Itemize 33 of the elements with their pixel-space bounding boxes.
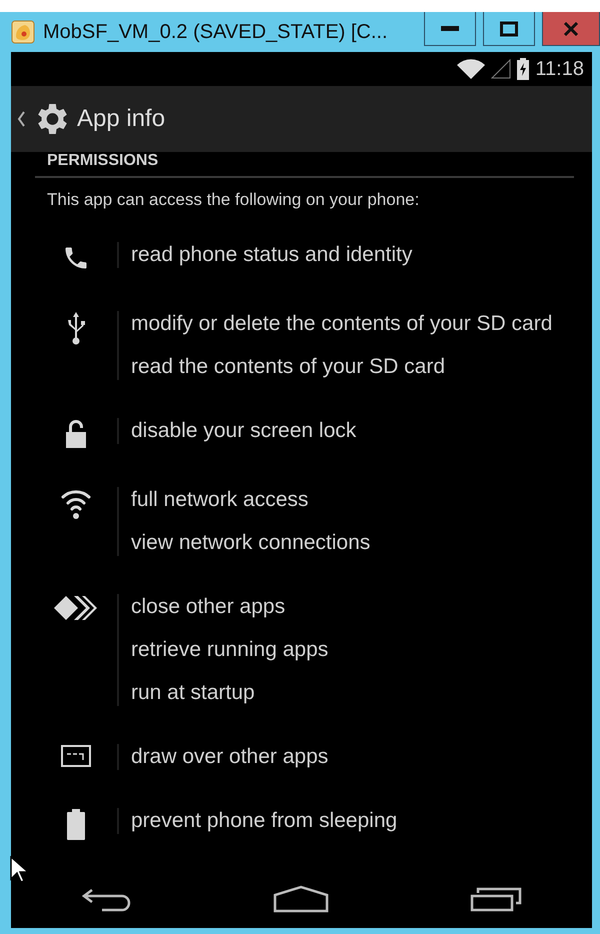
permission-text: run at startup (131, 680, 256, 706)
battery-icon (66, 809, 86, 841)
permission-text: draw over other apps (131, 744, 328, 770)
minimize-button[interactable] (424, 12, 476, 46)
intro-text: This app can access the following on your phone: (46, 189, 420, 210)
padlock-icon (63, 419, 89, 449)
close-icon (563, 22, 579, 36)
cell-signal-icon (491, 59, 512, 79)
minimize-icon (441, 26, 459, 32)
wifi-icon (60, 488, 92, 520)
permission-text: prevent phone from sleeping (131, 808, 398, 834)
permission-text: retrieve running apps (131, 637, 328, 663)
permission-text: view network connections (131, 530, 370, 556)
status-time: 11:18 (535, 58, 584, 80)
diamond-arrows-icon (54, 595, 98, 621)
back-caret-icon[interactable] (17, 111, 25, 127)
permission-text: modify or delete the contents of your SD card (131, 311, 552, 337)
permission-text: full network access (131, 487, 310, 513)
battery-icon (517, 58, 530, 80)
usb-icon (65, 312, 87, 346)
close-button[interactable] (542, 12, 600, 46)
maximize-button[interactable] (483, 12, 535, 46)
app-icon (11, 20, 35, 44)
maximize-icon (500, 20, 518, 36)
wifi-signal-icon (457, 59, 486, 79)
permission-text: disable your screen lock (131, 418, 356, 444)
window-title: MobSF_VM_0.2 (SAVED_STATE) [C... (43, 20, 389, 44)
permission-text: read the contents of your SD card (131, 354, 446, 380)
window-icon (61, 745, 91, 767)
action-bar-title: App info (77, 105, 166, 133)
permission-text: close other apps (131, 594, 286, 620)
section-heading: PERMISSIONS (35, 152, 574, 178)
permission-text: read phone status and identity (131, 242, 412, 268)
